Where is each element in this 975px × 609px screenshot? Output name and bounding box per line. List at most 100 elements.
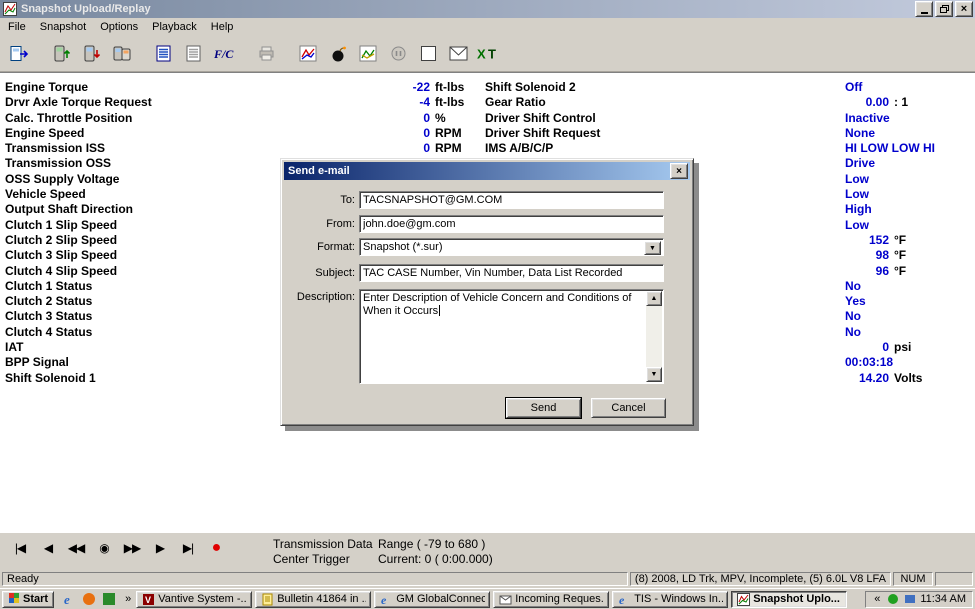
task-label: Incoming Reques...: [515, 593, 604, 605]
temperature-units-fc-button[interactable]: F/C: [209, 38, 239, 68]
param-unit-2: [875, 156, 880, 171]
status-blank-pane: [935, 572, 973, 586]
param-unit-2: [869, 187, 874, 202]
graph-multicolor-button[interactable]: [293, 38, 323, 68]
upload-device-icon: [53, 45, 71, 62]
step-back-button[interactable]: ◀: [34, 541, 62, 555]
start-button[interactable]: Start: [2, 591, 54, 608]
param-value-2: Low: [845, 218, 869, 233]
taskbar-task[interactable]: Snapshot Uplo...: [731, 591, 847, 608]
param-unit: %: [430, 111, 485, 126]
param-name-2: Driver Shift Request: [485, 126, 845, 141]
send-email-button[interactable]: [443, 38, 473, 68]
center-trigger-button[interactable]: ◉: [90, 541, 118, 555]
quick-launch-2-icon[interactable]: [80, 591, 97, 607]
upload-device-button[interactable]: [47, 38, 77, 68]
data-list-primary-button[interactable]: [149, 38, 179, 68]
quick-launch-overflow-chevron[interactable]: »: [123, 593, 133, 605]
send-email-icon: [449, 46, 468, 61]
taskbar-clock: 11:34 AM: [920, 593, 966, 605]
close-button[interactable]: ×: [955, 1, 973, 17]
data-list-secondary-icon: [186, 45, 202, 62]
tray-chevron[interactable]: «: [872, 593, 882, 605]
menu-help[interactable]: Help: [204, 20, 241, 34]
data-row: Transmission ISS 0 RPM IMS A/B/C/P HI LO…: [0, 141, 975, 156]
graph-green-button[interactable]: [353, 38, 383, 68]
scroll-down-icon[interactable]: ▼: [646, 367, 662, 382]
param-unit-2: [861, 325, 866, 340]
param-value-2: None: [845, 126, 875, 141]
menu-snapshot[interactable]: Snapshot: [33, 20, 93, 34]
cancel-button[interactable]: Cancel: [591, 398, 666, 418]
param-name: Engine Speed: [0, 126, 370, 141]
tech2-xt-button[interactable]: XT: [473, 38, 503, 68]
format-dropdown[interactable]: Snapshot (*.sur) ▼: [359, 238, 664, 256]
param-unit-2: °F: [889, 264, 906, 279]
tray-icon-2[interactable]: [903, 593, 916, 606]
taskbar-task[interactable]: eGM GlobalConnec...: [374, 591, 490, 608]
task-label: Snapshot Uplo...: [753, 593, 840, 605]
param-value: 0: [370, 111, 430, 126]
internet-explorer-icon[interactable]: e: [60, 591, 77, 607]
description-field[interactable]: Enter Description of Vehicle Concern and…: [359, 289, 664, 384]
param-unit-2: [875, 126, 880, 141]
taskbar-task[interactable]: Bulletin 41864 in ...: [255, 591, 371, 608]
task-label: Vantive System -...: [158, 593, 247, 605]
screen: Snapshot Upload/Replay × FileSnapshotOpt…: [0, 0, 975, 609]
playback-trigger-label: Center Trigger: [273, 552, 373, 567]
configure-device-button[interactable]: [107, 38, 137, 68]
param-value-2: High: [845, 202, 872, 217]
param-unit-2: [862, 80, 867, 95]
send-button[interactable]: Send: [506, 398, 581, 418]
restore-button[interactable]: [935, 1, 953, 17]
skip-to-end-button[interactable]: ▶|: [174, 541, 202, 555]
start-label: Start: [23, 593, 48, 605]
step-forward-button[interactable]: ▶: [146, 541, 174, 555]
blank-window-button[interactable]: [413, 38, 443, 68]
param-unit-2: °F: [889, 248, 906, 263]
skip-to-start-button[interactable]: |◀: [6, 541, 34, 555]
app-titlebar: Snapshot Upload/Replay ×: [0, 0, 975, 18]
trigger-bomb-button[interactable]: [323, 38, 353, 68]
tray-icon-1[interactable]: [886, 593, 899, 606]
blank-window-icon: [420, 45, 437, 62]
svg-text:X: X: [477, 46, 486, 61]
description-text: Enter Description of Vehicle Concern and…: [363, 292, 631, 317]
chevron-down-icon[interactable]: ▼: [644, 241, 661, 255]
description-scrollbar[interactable]: ▲ ▼: [646, 291, 662, 382]
quick-launch-bar: e: [60, 591, 117, 607]
subject-field[interactable]: [359, 264, 664, 282]
menu-options[interactable]: Options: [93, 20, 145, 34]
description-label: Description:: [285, 291, 355, 303]
pause-disabled-button[interactable]: [383, 38, 413, 68]
rewind-button[interactable]: ◀◀: [62, 541, 90, 555]
format-selected-value: Snapshot (*.sur): [363, 241, 442, 253]
param-unit: ft-lbs: [430, 95, 485, 110]
menu-playback[interactable]: Playback: [145, 20, 204, 34]
snapshot-icon: [736, 592, 750, 606]
taskbar-task[interactable]: Incoming Reques...: [493, 591, 609, 608]
from-field[interactable]: [359, 215, 664, 233]
dialog-close-button[interactable]: ×: [670, 163, 688, 179]
data-list-secondary-button[interactable]: [179, 38, 209, 68]
param-unit-2: [935, 141, 940, 156]
print-button[interactable]: [251, 38, 281, 68]
record-button[interactable]: ●: [202, 541, 230, 555]
fast-forward-button[interactable]: ▶▶: [118, 541, 146, 555]
taskbar-task[interactable]: VVantive System -...: [136, 591, 252, 608]
to-field[interactable]: [359, 191, 664, 209]
param-value-2: Drive: [845, 156, 875, 171]
taskbar-task[interactable]: eTIS - Windows In...: [612, 591, 728, 608]
param-value-2: 96: [845, 264, 889, 279]
minimize-button[interactable]: [915, 1, 933, 17]
param-name: Calc. Throttle Position: [0, 111, 370, 126]
download-device-button[interactable]: [77, 38, 107, 68]
param-value-2: No: [845, 279, 861, 294]
open-snapshot-button[interactable]: [5, 38, 35, 68]
taskbar: Start e » VVantive System -... Bulletin 4…: [0, 588, 975, 609]
quick-launch-3-icon[interactable]: [100, 591, 117, 607]
scroll-up-icon[interactable]: ▲: [646, 291, 662, 306]
task-label: Bulletin 41864 in ...: [277, 593, 366, 605]
param-value: -22: [370, 80, 430, 95]
menu-file[interactable]: File: [1, 20, 33, 34]
